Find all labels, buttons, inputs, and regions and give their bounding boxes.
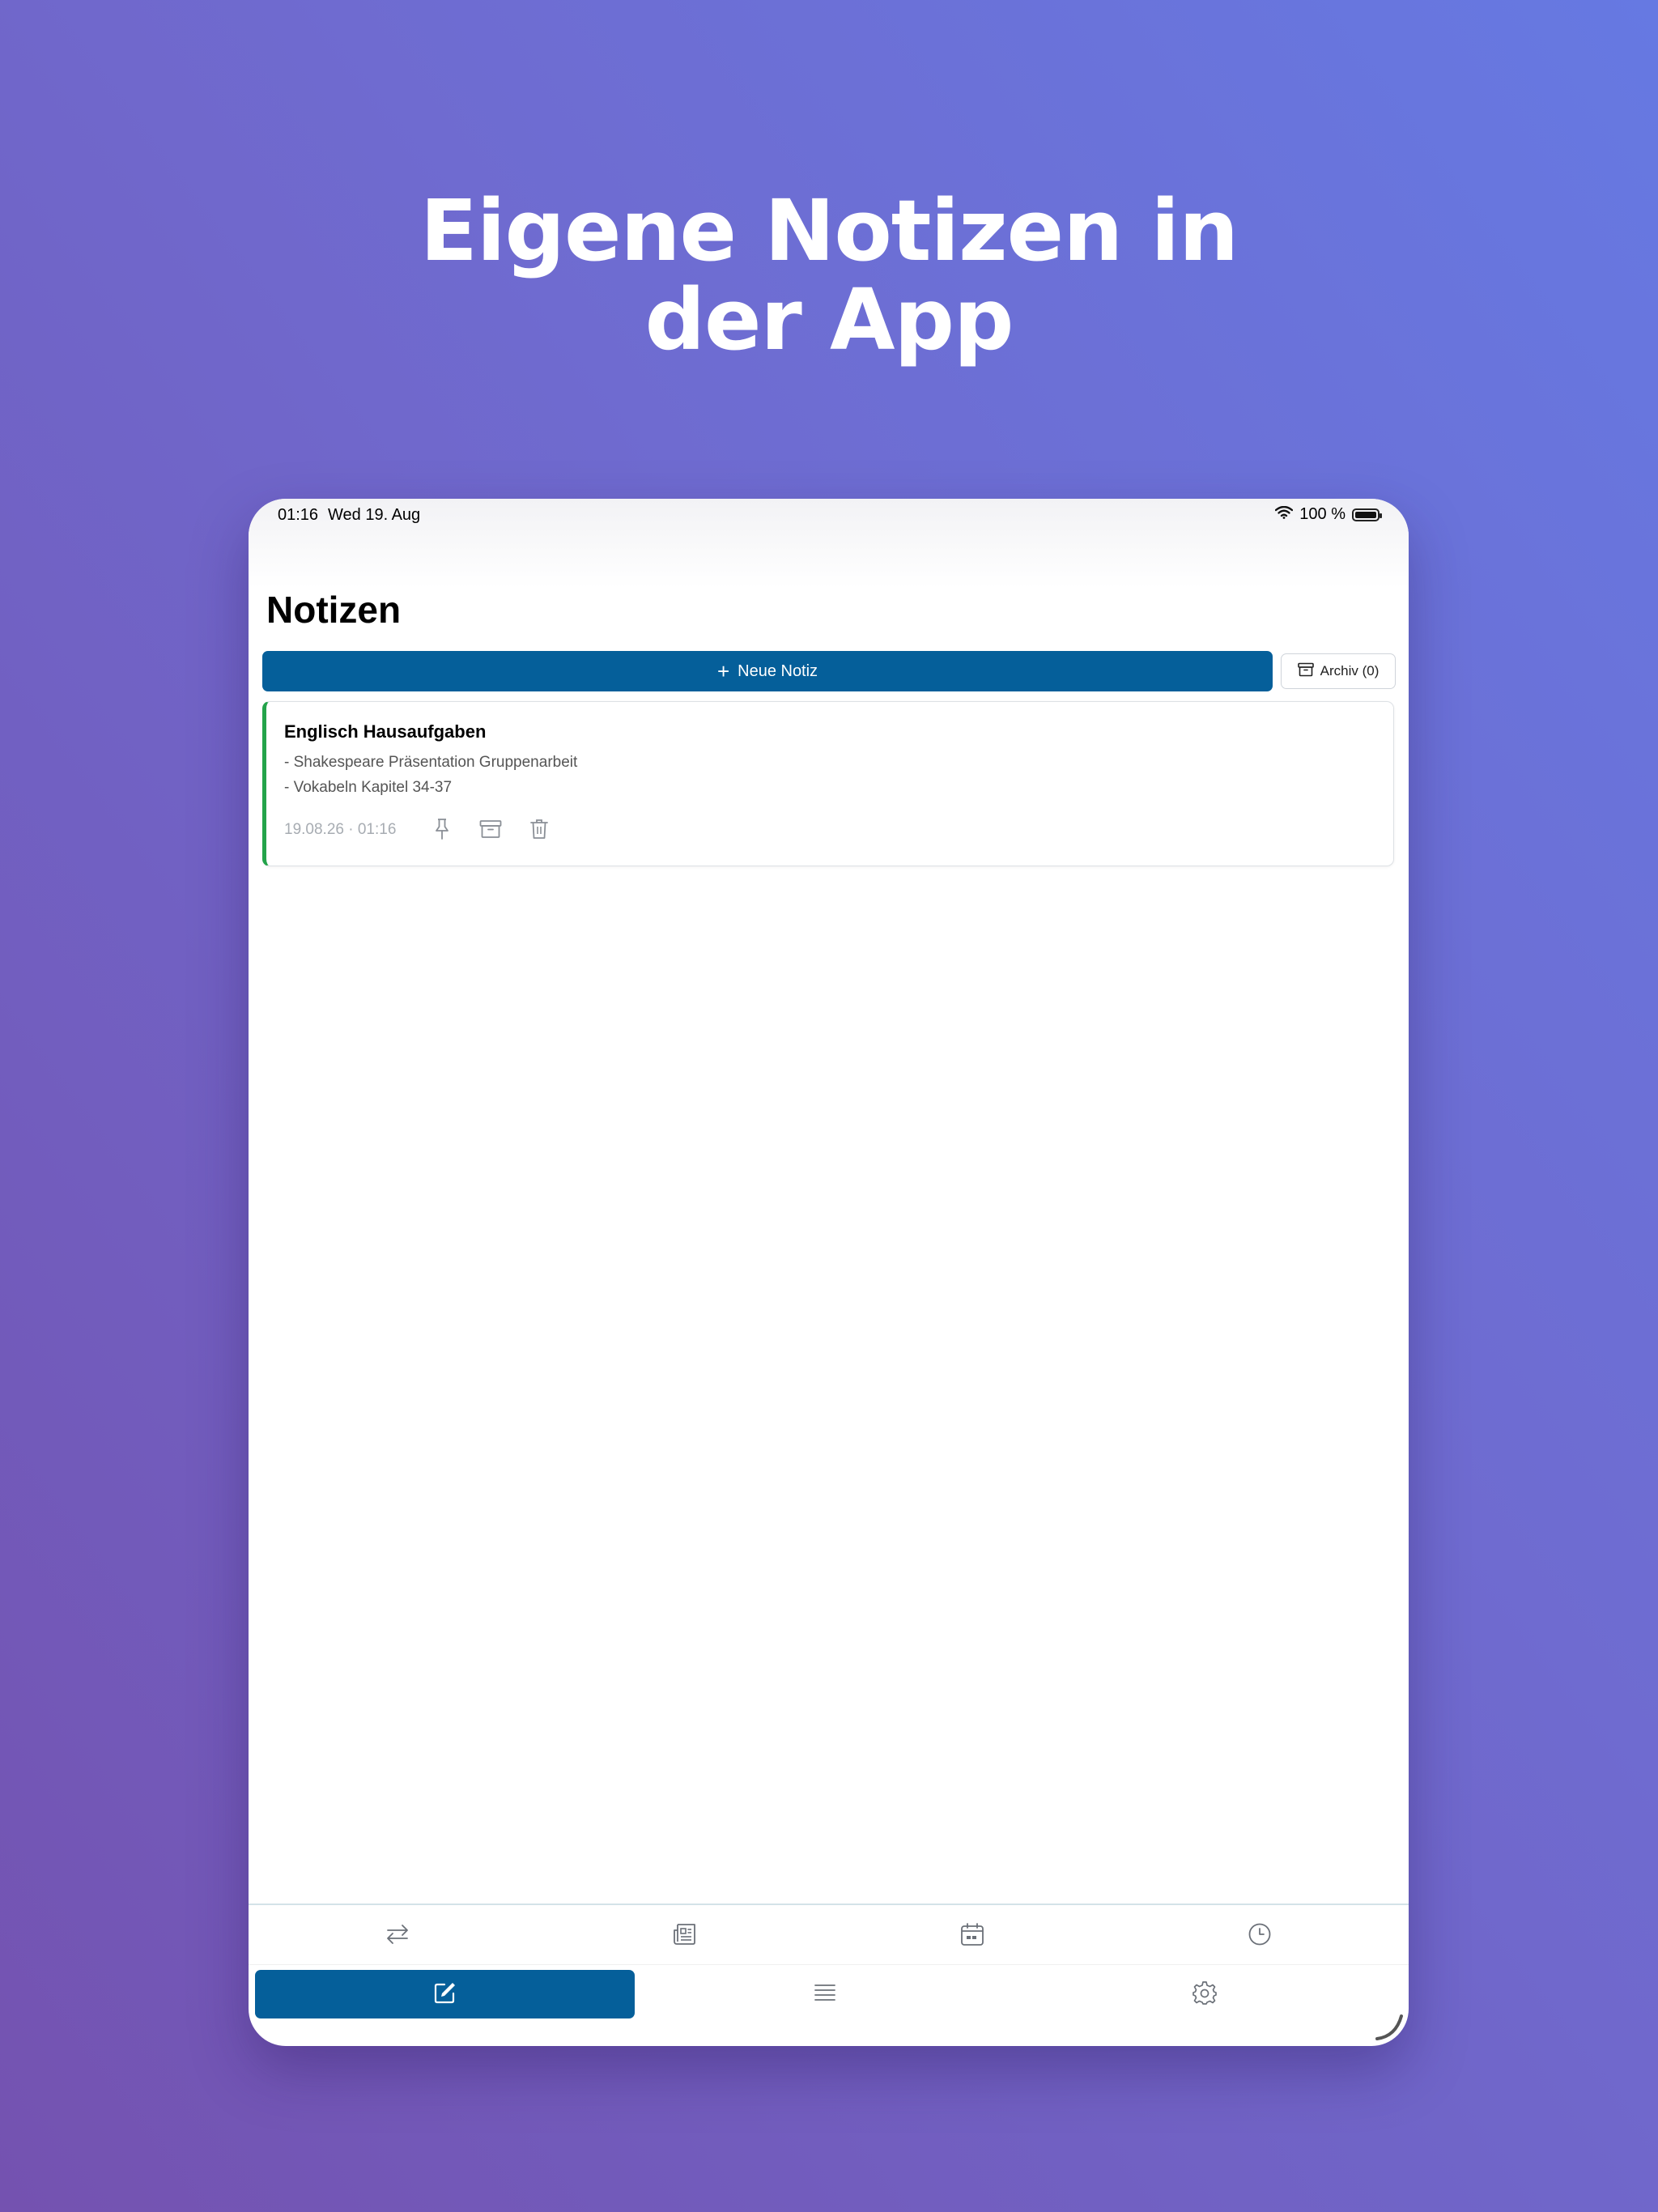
note-line: - Vokabeln Kapitel 34-37 (284, 779, 453, 796)
archive-button[interactable]: Archiv (0) (1281, 653, 1396, 689)
list-icon (814, 1982, 836, 2007)
archive-label: Archiv (0) (1320, 663, 1380, 678)
note-timestamp: 19.08.26 · 01:16 (284, 821, 397, 838)
news-icon[interactable] (653, 1905, 717, 1963)
plus-icon: + (716, 659, 730, 683)
note-title: Englisch Hausaufgaben (284, 721, 487, 742)
calendar-icon[interactable] (940, 1905, 1005, 1963)
tabbar-row-1 (249, 1905, 1409, 1963)
status-right: 100 % (1275, 505, 1382, 524)
archive-icon[interactable] (478, 817, 503, 841)
battery-icon (1352, 508, 1382, 521)
status-time: 01:16 (278, 506, 319, 524)
corner-indicator (1375, 2012, 1404, 2041)
pin-icon[interactable] (430, 817, 454, 841)
trash-icon[interactable] (527, 817, 551, 841)
headline: Eigene Notizen in der App (0, 186, 1658, 364)
gear-icon (1192, 1980, 1217, 2009)
tab-list[interactable] (635, 1970, 1014, 2018)
tab-settings[interactable] (1014, 1970, 1394, 2018)
tabbar-separator (249, 1964, 1409, 1965)
headline-line-2: der App (644, 270, 1014, 369)
battery-percent: 100 % (1299, 505, 1346, 523)
status-date: Wed 19. Aug (328, 506, 421, 524)
edit-icon (433, 1980, 457, 2009)
note-card[interactable]: Englisch Hausaufgaben - Shakespeare Präs… (262, 701, 1394, 866)
tablet-frame: 01:16 Wed 19. Aug 100 % Notizen + Neue N… (249, 499, 1409, 2046)
clock-icon[interactable] (1227, 1905, 1292, 1963)
new-note-button[interactable]: + Neue Notiz (262, 651, 1273, 691)
tab-notes[interactable] (255, 1970, 635, 2018)
page-title: Notizen (266, 589, 402, 631)
new-note-label: Neue Notiz (738, 661, 818, 680)
status-bar: 01:16 Wed 19. Aug 100 % (249, 499, 1409, 547)
note-line: - Shakespeare Präsentation Gruppenarbeit (284, 754, 578, 771)
archive-icon (1297, 662, 1314, 681)
headline-line-1: Eigene Notizen in (419, 181, 1239, 280)
swap-icon[interactable] (365, 1905, 430, 1963)
wifi-icon (1275, 505, 1294, 524)
